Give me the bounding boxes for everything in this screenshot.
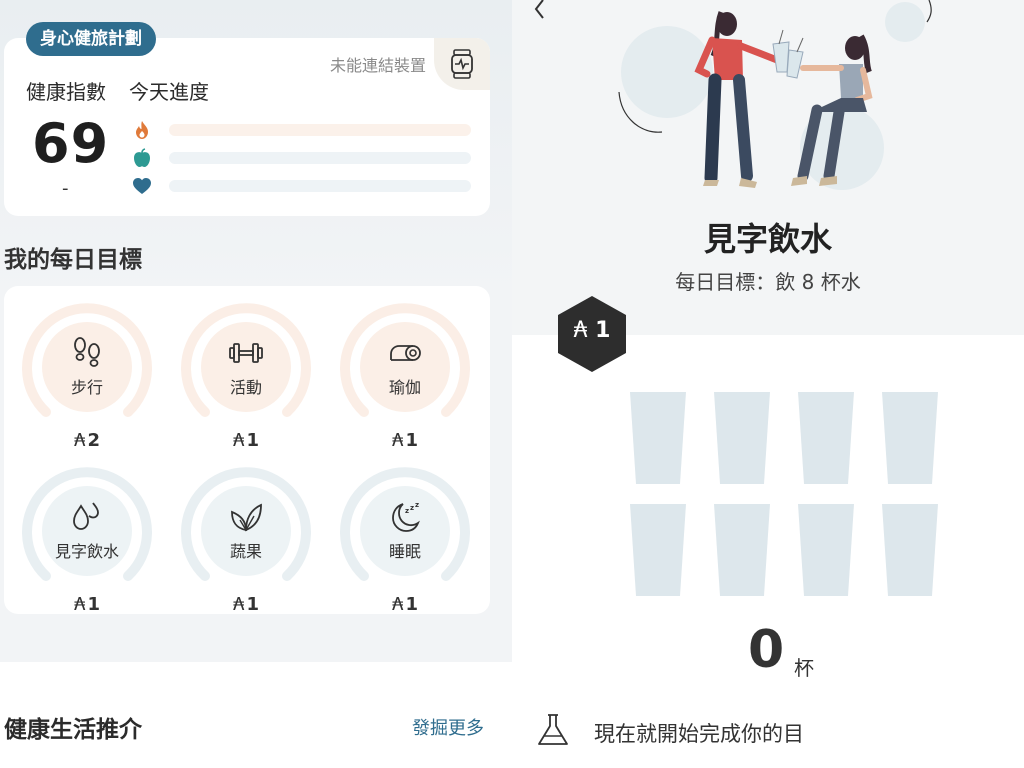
health-index-card[interactable]: 未能連結裝置 健康指數 今天進度 69 - bbox=[4, 38, 490, 216]
goal-points: ₳ 2 bbox=[22, 430, 152, 451]
start-hint-text: 現在就開始完成你的目 bbox=[594, 722, 804, 746]
goal-inner: 蔬果 bbox=[201, 486, 291, 576]
goal-water[interactable]: 見字飲水 ₳ 1 bbox=[22, 466, 152, 616]
goal-name: 睡眠 bbox=[388, 542, 421, 561]
daily-goals-card: 步行 ₳ 2 活動 ₳ 1 瑜伽 ₳ 1 見字飲水 ₳ 1 蔬果 ₳ 1 z z… bbox=[4, 286, 490, 616]
discover-more-link[interactable]: 發掘更多 bbox=[412, 714, 484, 740]
cup-icon bbox=[630, 504, 686, 596]
cup-icon bbox=[798, 504, 854, 596]
goal-inner: 步行 bbox=[42, 322, 132, 412]
points-symbol: ₳ bbox=[233, 430, 245, 451]
goal-yoga[interactable]: 瑜伽 ₳ 1 bbox=[340, 302, 470, 452]
goal-name: 見字飲水 bbox=[54, 542, 119, 561]
cup-icon bbox=[714, 504, 770, 596]
points-symbol: ₳ bbox=[392, 594, 404, 615]
today-progress-label: 今天進度 bbox=[129, 80, 209, 104]
footprints-icon bbox=[74, 337, 100, 367]
cup-icon bbox=[630, 392, 686, 484]
points-symbol: ₳ bbox=[74, 430, 86, 451]
leaves-icon bbox=[231, 503, 262, 532]
water-cup[interactable] bbox=[798, 392, 854, 484]
water-cups-grid bbox=[630, 392, 940, 602]
progress-row-heart bbox=[131, 176, 471, 196]
goal-points-value: 1 bbox=[405, 430, 418, 451]
progress-row-calories bbox=[131, 120, 471, 140]
goal-fruits-vegetables[interactable]: 蔬果 ₳ 1 bbox=[181, 466, 311, 616]
challenge-subtitle: 每日目標：飲 8 杯水 bbox=[675, 270, 861, 294]
points-badge: ₳ 1 bbox=[556, 318, 628, 343]
svg-text:z: z bbox=[415, 501, 419, 509]
goal-sleep[interactable]: z z z 睡眠 ₳ 1 bbox=[340, 466, 470, 616]
goal-activity[interactable]: 活動 ₳ 1 bbox=[181, 302, 311, 452]
goal-points: ₳ 1 bbox=[22, 594, 152, 615]
cup-icon bbox=[882, 392, 938, 484]
goal-points: ₳ 1 bbox=[340, 594, 470, 615]
device-status: 未能連結裝置 bbox=[330, 56, 427, 75]
health-index-value: 69 bbox=[32, 112, 110, 175]
progress-track bbox=[169, 124, 471, 136]
connect-device-button[interactable] bbox=[434, 38, 490, 90]
water-cup[interactable] bbox=[882, 504, 938, 596]
points-symbol: ₳ bbox=[74, 594, 86, 615]
goal-points-value: 1 bbox=[87, 594, 100, 615]
water-cup[interactable] bbox=[882, 392, 938, 484]
goal-points-value: 1 bbox=[246, 430, 259, 451]
health-index-label: 健康指數 bbox=[26, 80, 106, 104]
badge-symbol: ₳ bbox=[573, 318, 588, 343]
goal-name: 蔬果 bbox=[229, 542, 262, 561]
goal-points-value: 1 bbox=[246, 594, 259, 615]
heart-icon bbox=[133, 178, 151, 194]
recommendation-title: 健康生活推介 bbox=[4, 717, 142, 743]
cup-icon bbox=[798, 392, 854, 484]
water-cup[interactable] bbox=[630, 392, 686, 484]
flask-icon bbox=[538, 714, 568, 745]
daily-goals-title: 我的每日目標 bbox=[4, 247, 142, 273]
water-cup[interactable] bbox=[798, 504, 854, 596]
health-index-change: - bbox=[62, 178, 69, 199]
water-cup[interactable] bbox=[630, 504, 686, 596]
svg-text:z: z bbox=[410, 504, 414, 512]
water-challenge-screen: 見字飲水 每日目標：飲 8 杯水 ₳ 1 0 杯 現在就開始完成你的目 bbox=[512, 0, 1024, 768]
goal-points: ₳ 1 bbox=[181, 594, 311, 615]
flame-icon bbox=[136, 121, 148, 139]
challenge-title: 見字飲水 bbox=[703, 220, 832, 258]
goal-inner: 瑜伽 bbox=[360, 322, 450, 412]
svg-text:z: z bbox=[405, 507, 409, 515]
points-symbol: ₳ bbox=[233, 594, 245, 615]
goal-points-value: 2 bbox=[87, 430, 100, 451]
cups-unit: 杯 bbox=[794, 656, 814, 680]
badge-points: 1 bbox=[595, 318, 611, 343]
cup-icon bbox=[714, 392, 770, 484]
goal-inner: 見字飲水 bbox=[42, 486, 132, 576]
goal-inner: z z z 睡眠 bbox=[360, 486, 450, 576]
goal-points-value: 1 bbox=[405, 594, 418, 615]
goal-points: ₳ 1 bbox=[340, 430, 470, 451]
goal-name: 活動 bbox=[229, 378, 262, 397]
cups-count: 0 bbox=[748, 620, 785, 680]
apple-icon bbox=[134, 148, 150, 167]
yoga-mat-icon bbox=[390, 345, 421, 361]
plan-pill[interactable]: 身心健旅計劃 bbox=[26, 22, 156, 56]
points-symbol: ₳ bbox=[392, 430, 404, 451]
health-dashboard-screen: 身心健旅計劃 未能連結裝置 健康指數 今天進度 69 - 我的每日目標 步行 ₳… bbox=[0, 0, 512, 768]
dumbbell-icon bbox=[229, 343, 263, 363]
back-arrow-icon[interactable] bbox=[530, 0, 550, 20]
moon-sleep-icon: z z z bbox=[392, 501, 420, 532]
goal-name: 瑜伽 bbox=[388, 378, 421, 397]
progress-track bbox=[169, 180, 471, 192]
goal-walking[interactable]: 步行 ₳ 2 bbox=[22, 302, 152, 452]
water-cup[interactable] bbox=[714, 392, 770, 484]
goal-name: 步行 bbox=[70, 378, 103, 397]
progress-track bbox=[169, 152, 471, 164]
progress-row-nutrition bbox=[131, 148, 471, 168]
water-cup[interactable] bbox=[714, 504, 770, 596]
water-drops-icon bbox=[73, 502, 99, 530]
friends-toasting-illustration bbox=[618, 0, 932, 190]
goal-inner: 活動 bbox=[201, 322, 291, 412]
smartwatch-icon bbox=[451, 49, 473, 79]
cup-icon bbox=[882, 504, 938, 596]
goal-points: ₳ 1 bbox=[181, 430, 311, 451]
